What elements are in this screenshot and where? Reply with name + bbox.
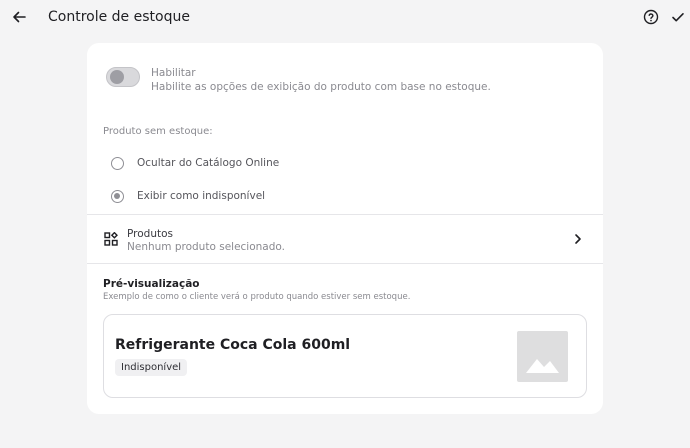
enable-toggle[interactable] [106,67,140,87]
out-of-stock-title: Produto sem estoque: [103,126,213,137]
help-circle-icon [643,9,659,25]
stock-settings-card: Habilitar Habilite as opções de exibição… [87,43,603,414]
option-hide-catalog[interactable]: Ocultar do Catálogo Online [103,151,583,175]
top-bar: Controle de estoque [0,0,690,36]
image-icon [526,359,559,373]
help-button[interactable] [640,6,662,28]
radio-button[interactable] [111,156,124,170]
check-icon [672,13,684,22]
products-title: Produtos [127,228,173,240]
option-show-unavailable[interactable]: Exibir como indisponível [103,184,583,208]
arrow-left-icon [13,11,26,23]
preview-title: Pré-visualização [103,278,200,290]
confirm-button[interactable] [667,6,689,28]
divider [87,263,603,264]
product-preview-card: Refrigerante Coca Cola 600ml Indisponíve… [103,314,587,398]
unavailable-badge: Indisponível [115,359,188,376]
image-placeholder [517,331,568,382]
enable-description: Habilite as opções de exibição do produt… [151,81,491,93]
option-label: Ocultar do Catálogo Online [137,157,280,169]
product-name: Refrigerante Coca Cola 600ml [115,337,351,353]
page-title: Controle de estoque [48,9,190,25]
toggle-knob [110,70,124,84]
radio-button-selected[interactable] [111,189,124,203]
products-row[interactable]: Produtos Nenhum produto selecionado. [87,215,603,263]
back-button[interactable] [8,6,30,28]
preview-description: Exemplo de como o cliente verá o produto… [103,292,411,302]
chevron-right-icon [575,234,581,244]
grid-shapes-icon [104,232,118,246]
option-label: Exibir como indisponível [137,190,266,202]
products-subtitle: Nenhum produto selecionado. [127,241,285,253]
enable-label: Habilitar [151,67,196,79]
